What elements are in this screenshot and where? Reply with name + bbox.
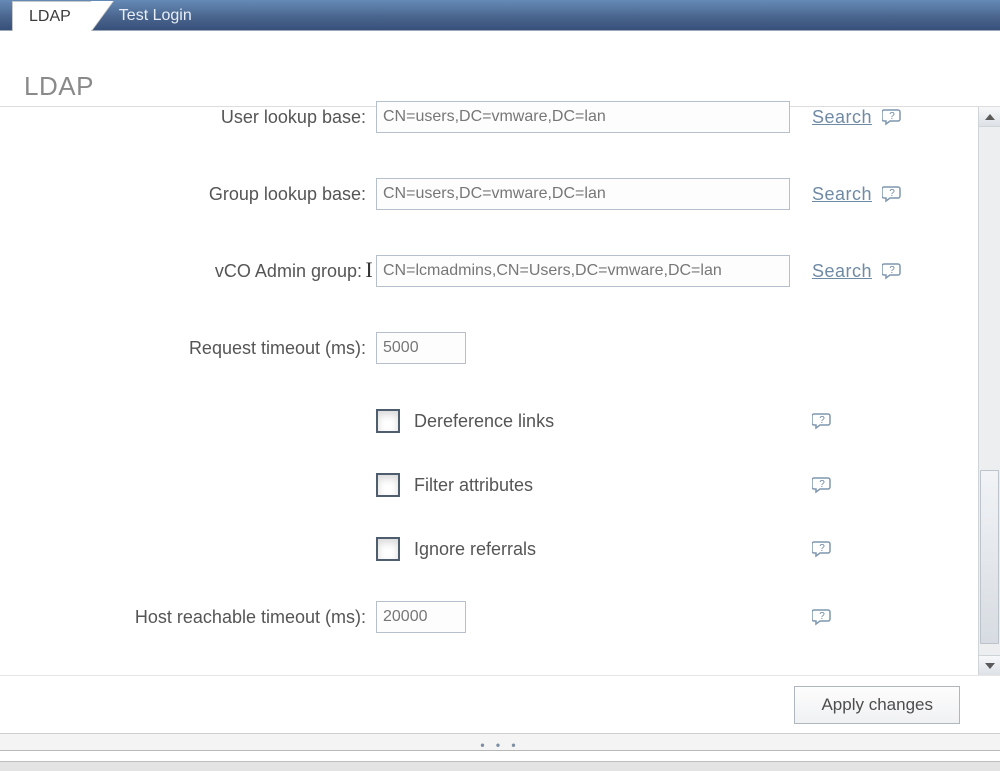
row-dereference-links: Dereference links ?	[0, 409, 976, 433]
help-icon[interactable]: ?	[812, 412, 832, 430]
resize-handle-bar[interactable]: • • •	[0, 733, 1000, 751]
svg-text:?: ?	[819, 611, 825, 622]
tab-test-login-label: Test Login	[119, 7, 192, 24]
scroll-down-button[interactable]	[979, 655, 1000, 675]
row-group-lookup-base: Group lookup base: Search ?	[0, 178, 976, 210]
row-vco-admin-group: vCO Admin group:I Search ?	[0, 255, 976, 287]
bottom-border	[0, 761, 1000, 771]
vco-admin-group-input[interactable]	[376, 255, 790, 287]
request-timeout-input[interactable]	[376, 332, 466, 364]
tab-ldap-label: LDAP	[29, 8, 71, 25]
label-request-timeout: Request timeout (ms):	[0, 338, 376, 359]
row-user-lookup-base: User lookup base: Search ?	[0, 101, 976, 133]
chevron-down-icon	[985, 663, 995, 669]
page-title: LDAP	[0, 31, 1000, 106]
label-user-lookup-base: User lookup base:	[0, 107, 376, 128]
ignore-referrals-checkbox[interactable]	[376, 537, 400, 561]
label-host-reachable-timeout: Host reachable timeout (ms):	[0, 607, 376, 628]
tabs-bar: LDAP Test Login	[0, 0, 1000, 31]
row-host-reachable-timeout: Host reachable timeout (ms): ?	[0, 601, 976, 633]
footer-bar: Apply changes	[0, 675, 1000, 733]
svg-text:?: ?	[819, 415, 825, 426]
svg-text:?: ?	[819, 479, 825, 490]
svg-text:?: ?	[889, 265, 895, 276]
scroll-thumb[interactable]	[980, 470, 999, 644]
filter-attributes-checkbox[interactable]	[376, 473, 400, 497]
row-ignore-referrals: Ignore referrals ?	[0, 537, 976, 561]
label-vco-admin-group-text: vCO Admin group:	[215, 261, 362, 281]
chevron-up-icon	[985, 114, 995, 120]
label-ignore-referrals: Ignore referrals	[414, 539, 536, 560]
label-filter-attributes: Filter attributes	[414, 475, 533, 496]
help-icon[interactable]: ?	[812, 540, 832, 558]
apply-changes-button[interactable]: Apply changes	[794, 686, 960, 724]
group-lookup-base-input[interactable]	[376, 178, 790, 210]
bottom-spacer	[0, 751, 1000, 761]
scroll-track[interactable]	[979, 127, 1000, 655]
search-link-vco-admin[interactable]: Search	[812, 261, 872, 282]
host-reachable-timeout-input[interactable]	[376, 601, 466, 633]
row-filter-attributes: Filter attributes ?	[0, 473, 976, 497]
help-icon[interactable]: ?	[812, 608, 832, 626]
help-icon[interactable]: ?	[882, 185, 902, 203]
label-vco-admin-group: vCO Admin group:I	[0, 261, 376, 282]
tab-ldap[interactable]: LDAP	[12, 1, 91, 31]
row-request-timeout: Request timeout (ms):	[0, 332, 976, 364]
vertical-scrollbar[interactable]	[978, 107, 1000, 675]
ldap-form: User lookup base: Search ? Group lookup …	[0, 107, 976, 675]
help-icon[interactable]: ?	[882, 262, 902, 280]
help-icon[interactable]: ?	[812, 476, 832, 494]
dereference-links-checkbox[interactable]	[376, 409, 400, 433]
help-icon[interactable]: ?	[882, 108, 902, 126]
tab-test-login[interactable]: Test Login	[91, 1, 212, 31]
svg-text:?: ?	[889, 188, 895, 199]
user-lookup-base-input[interactable]	[376, 101, 790, 133]
svg-text:?: ?	[819, 543, 825, 554]
resize-grip-icon: • • •	[480, 738, 519, 752]
svg-text:?: ?	[889, 111, 895, 122]
search-link-user-lookup[interactable]: Search	[812, 107, 872, 128]
label-group-lookup-base: Group lookup base:	[0, 184, 376, 205]
text-cursor-icon: I	[362, 265, 376, 275]
label-dereference-links: Dereference links	[414, 411, 554, 432]
scroll-up-button[interactable]	[979, 107, 1000, 127]
search-link-group-lookup[interactable]: Search	[812, 184, 872, 205]
content-wrap: User lookup base: Search ? Group lookup …	[0, 106, 1000, 675]
